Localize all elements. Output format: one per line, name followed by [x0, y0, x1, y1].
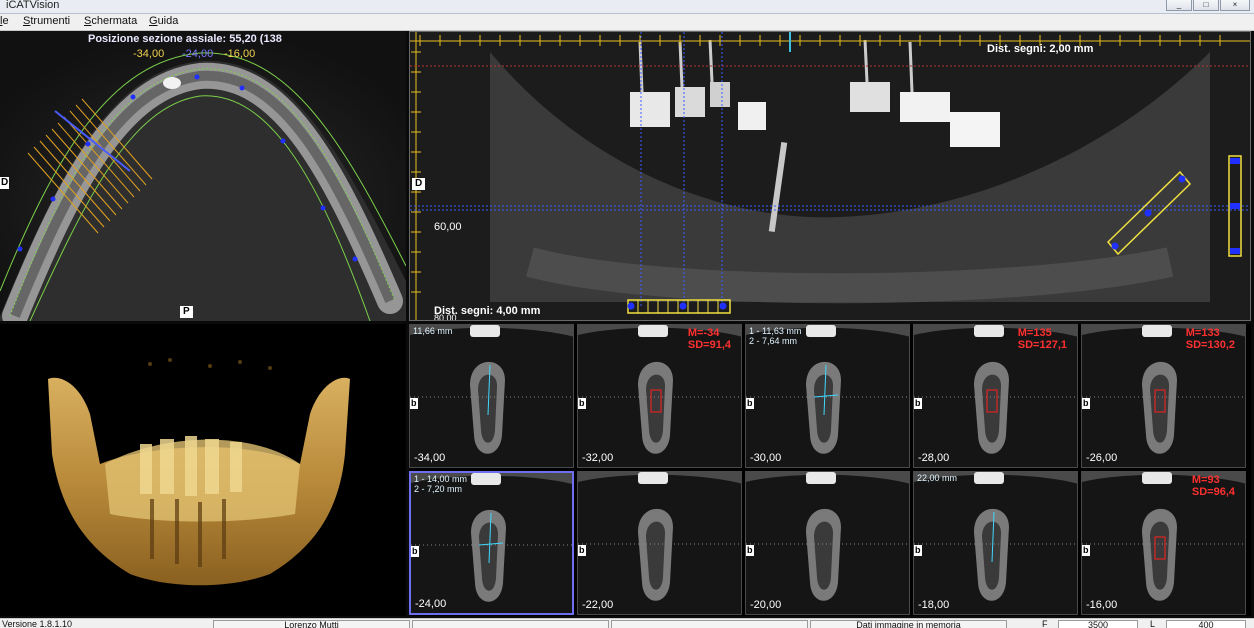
slice-tile[interactable]: b -26,00 M=133 SD=130,2	[1081, 324, 1246, 468]
pano-tag-d: D	[412, 178, 426, 190]
slice-side-tag: b	[1082, 398, 1090, 409]
slice-tile[interactable]: b -18,00 22,00 mm	[913, 471, 1078, 615]
minimize-button[interactable]: _	[1166, 0, 1192, 11]
slice-side-tag: b	[578, 545, 586, 556]
slice-tile[interactable]: b -28,00 M=135 SD=127,1	[913, 324, 1078, 468]
slice-measurement: 22,00 mm	[917, 473, 958, 483]
slice-image	[578, 472, 741, 614]
slice-measurements: 1 - 14,00 mm 2 - 7,20 mm	[414, 474, 467, 494]
slice-tile[interactable]: b -16,00 M=93 SD=96,4	[1081, 471, 1246, 615]
slice-mean: M=135	[1017, 327, 1052, 339]
slice-tile[interactable]: b -22,00	[577, 471, 742, 615]
slice-position: -24,00	[415, 598, 447, 610]
slice-sd: SD=127,1	[1017, 339, 1067, 351]
slice-side-tag: b	[1082, 545, 1090, 556]
slice-grid: b -34,00 11,66 mm b -32,00 M=-34 SD=91,4 b -30,0…	[409, 324, 1251, 616]
slice-measurement: 11,66 mm	[413, 326, 453, 336]
slice-position: -20,00	[750, 599, 782, 611]
slice-side-tag: b	[914, 545, 922, 556]
slice-measurement: 2 - 7,20 mm	[414, 484, 463, 494]
menu-guida[interactable]: Guida	[149, 15, 178, 27]
slice-image	[410, 325, 573, 467]
slice-measurement: 2 - 7,64 mm	[749, 336, 798, 346]
slice-sd: SD=96,4	[1191, 486, 1235, 498]
slice-density-stats: M=133 SD=130,2	[1186, 327, 1235, 351]
slice-side-tag: b	[746, 545, 754, 556]
panoramic-view[interactable]: Dist. segni: 2,00 mm Dist. segni: 4,00 m…	[409, 31, 1251, 321]
slice-side-tag: b	[914, 398, 922, 409]
slice-position: -18,00	[918, 599, 950, 611]
slice-measurement: 1 - 11,63 mm	[749, 326, 802, 336]
axial-image	[0, 31, 406, 321]
menu-schermata[interactable]: Schermata	[84, 15, 137, 27]
axial-view[interactable]: Posizione sezione assiale: 55,20 (138 -3…	[0, 31, 406, 321]
pano-depth-label: 60,00	[434, 221, 462, 233]
slice-position: -30,00	[750, 452, 782, 464]
maximize-button[interactable]: □	[1193, 0, 1219, 11]
menu-strumenti[interactable]: Strumenti	[23, 15, 70, 27]
slice-density-stats: M=135 SD=127,1	[1018, 327, 1067, 351]
menu-bar: le Strumenti Schermata Guida	[0, 14, 1254, 31]
slice-position: -22,00	[582, 599, 614, 611]
pano-dist-top: Dist. segni: 2,00 mm	[987, 43, 1094, 55]
slice-sd: SD=91,4	[687, 339, 731, 351]
slice-side-tag: b	[410, 398, 418, 409]
close-button[interactable]: ×	[1220, 0, 1250, 11]
axial-coord-left: -34,00	[133, 48, 165, 60]
axial-coord-center: -24,00	[182, 48, 214, 60]
slice-density-stats: M=-34 SD=91,4	[688, 327, 731, 351]
slice-measurements: 11,66 mm	[413, 326, 452, 336]
app-title: iCATVision	[6, 0, 60, 11]
axial-position-label: Posizione sezione assiale: 55,20 (138	[88, 33, 282, 45]
axial-coord-right: -16,00	[224, 48, 256, 60]
slice-image	[746, 472, 909, 614]
slice-side-tag: b	[411, 546, 419, 557]
panoramic-image	[410, 32, 1250, 320]
slice-density-stats: M=93 SD=96,4	[1192, 474, 1235, 498]
slice-tile[interactable]: b -24,00 1 - 14,00 mm 2 - 7,20 mm	[409, 471, 574, 615]
title-bar: iCATVision _ □ ×	[0, 0, 1254, 14]
slice-position: -28,00	[918, 452, 950, 464]
slice-side-tag: b	[578, 398, 586, 409]
slice-sd: SD=130,2	[1185, 339, 1235, 351]
axial-tag-left: D	[0, 177, 10, 189]
slice-mean: M=-34	[687, 327, 720, 339]
menu-file[interactable]: le	[0, 15, 9, 27]
slice-measurements: 22,00 mm	[917, 473, 957, 483]
slice-mean: M=133	[1185, 327, 1220, 339]
axial-tag-posterior: P	[180, 306, 193, 318]
slice-measurements: 1 - 11,63 mm 2 - 7,64 mm	[749, 326, 801, 346]
slice-tile[interactable]: b -32,00 M=-34 SD=91,4	[577, 324, 742, 468]
slice-mean: M=93	[1191, 474, 1220, 486]
slice-image	[914, 472, 1077, 614]
slice-position: -26,00	[1086, 452, 1118, 464]
slice-side-tag: b	[746, 398, 754, 409]
slice-measurement: 1 - 14,00 mm	[414, 474, 468, 484]
slice-tile[interactable]: b -20,00	[745, 471, 910, 615]
slice-position: -34,00	[414, 452, 446, 464]
slice-image	[746, 325, 909, 467]
skull-3d-render	[48, 358, 350, 586]
render-3d-view[interactable]	[0, 324, 406, 616]
slice-position: -16,00	[1086, 599, 1118, 611]
pano-depth-label-bottom: 80,00	[434, 313, 457, 321]
slice-tile[interactable]: b -34,00 11,66 mm	[409, 324, 574, 468]
slice-tile[interactable]: b -30,00 1 - 11,63 mm 2 - 7,64 mm	[745, 324, 910, 468]
slice-position: -32,00	[582, 452, 614, 464]
slice-image	[411, 473, 572, 613]
